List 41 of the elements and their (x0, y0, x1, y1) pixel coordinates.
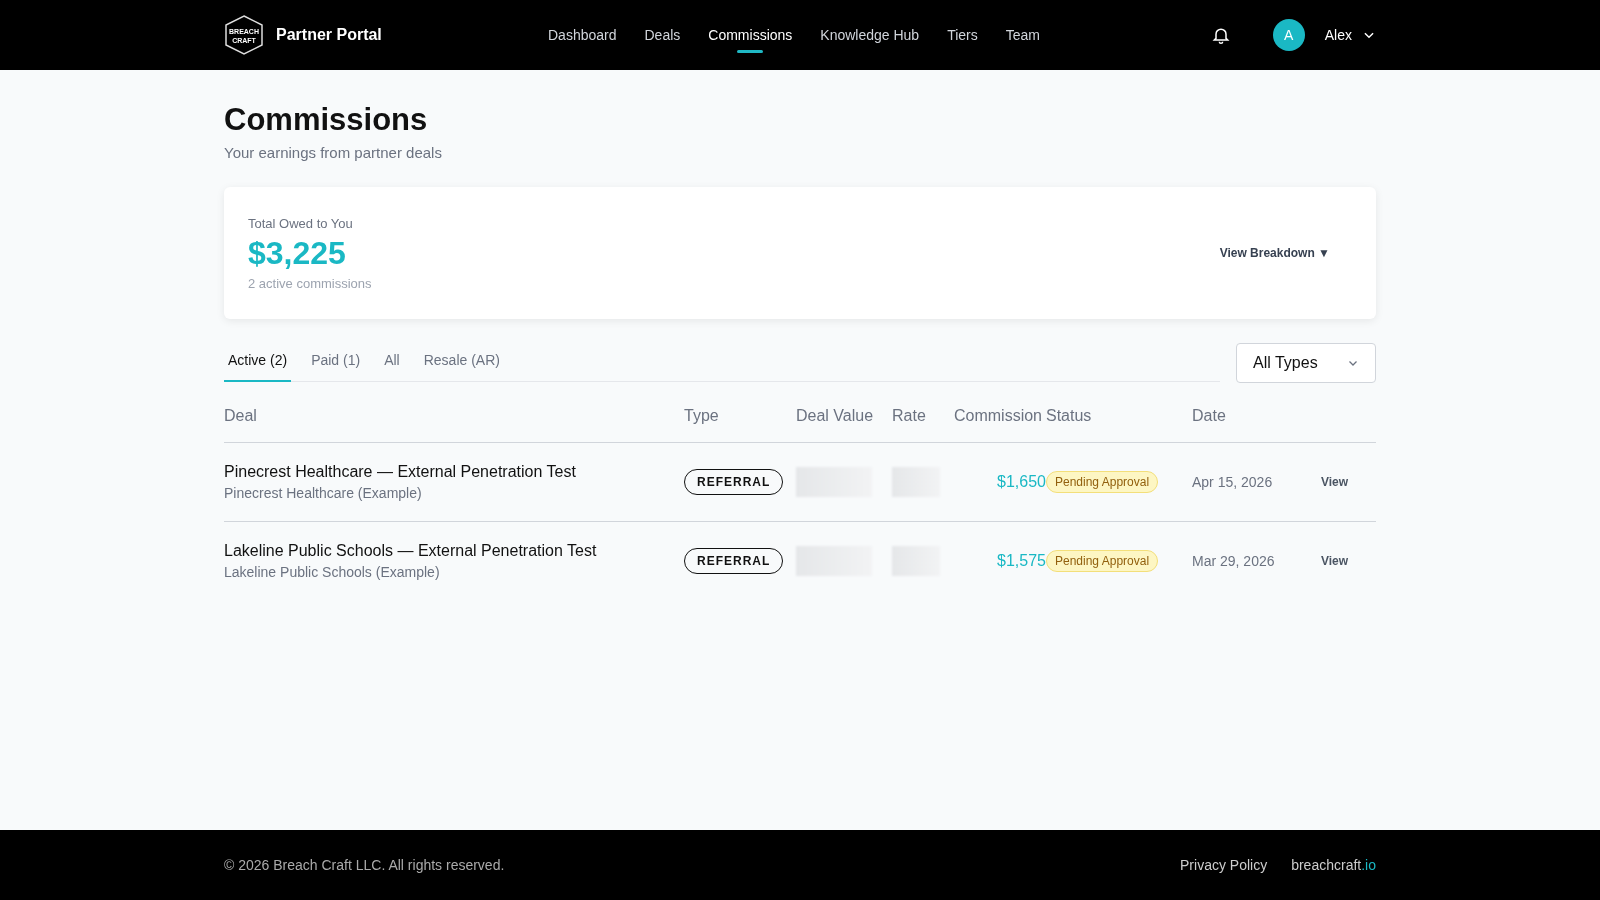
copyright-text: © 2026 Breach Craft LLC. All rights reserved. (224, 857, 505, 873)
column-header: Deal Value (796, 406, 875, 425)
nav-link[interactable]: Dashboard (548, 21, 617, 49)
user-avatar: A (1272, 19, 1305, 51)
nav-link[interactable]: Team (1005, 21, 1040, 49)
view-button[interactable]: View (1315, 474, 1355, 490)
breakdown-button[interactable]: View Breakdown ▼ (1213, 245, 1336, 261)
summary-note: 2 active commissions (248, 275, 372, 291)
page-title: Commissions (224, 102, 429, 138)
nav-link[interactable]: Tiers (947, 21, 978, 49)
footer-link[interactable]: breachcraft.io (1291, 857, 1376, 873)
nav-link[interactable]: Knowledge Hub (820, 21, 920, 49)
column-header: Deal (224, 406, 258, 425)
client-name: Pinecrest Healthcare (Example) (224, 485, 423, 501)
page-subtitle: Your earnings from partner deals (224, 144, 443, 161)
user-menu-button[interactable]: Alex (1324, 27, 1376, 43)
nav-link[interactable]: Deals (644, 21, 681, 49)
commission-amount: $1,650 (997, 473, 1046, 491)
column-header: Date (1192, 406, 1227, 425)
total-amount: $3,225 (248, 234, 347, 272)
view-button[interactable]: View (1315, 553, 1355, 569)
client-name: Lakeline Public Schools (Example) (224, 564, 441, 580)
filter-tab[interactable]: Active (2) (224, 344, 292, 382)
deal-name: Lakeline Public Schools — External Penetration Test (224, 542, 598, 560)
portal-title: Partner Portal (276, 26, 382, 44)
footer-link[interactable]: Privacy Policy (1180, 857, 1268, 873)
date-cell-text: Mar 29, 2026 (1192, 553, 1276, 569)
status-tag: Pending Approval (1046, 471, 1159, 493)
status-tag: Pending Approval (1046, 550, 1159, 572)
filter-tab[interactable]: Resale (AR) (419, 344, 504, 382)
column-header: Commission (954, 406, 1043, 425)
type-select[interactable]: All Types (1236, 343, 1376, 383)
column-header: Status (1046, 406, 1093, 425)
column-header: Rate (892, 406, 927, 425)
date-cell-text: Apr 15, 2026 (1192, 474, 1274, 490)
column-header: Type (684, 406, 720, 425)
filter-tab[interactable]: Paid (1) (307, 344, 365, 382)
deal-name: Pinecrest Healthcare — External Penetration Test (224, 463, 577, 481)
filter-tab[interactable]: All (380, 344, 404, 382)
summary-label: Total Owed to You (248, 215, 354, 231)
commission-amount: $1,575 (997, 552, 1046, 570)
